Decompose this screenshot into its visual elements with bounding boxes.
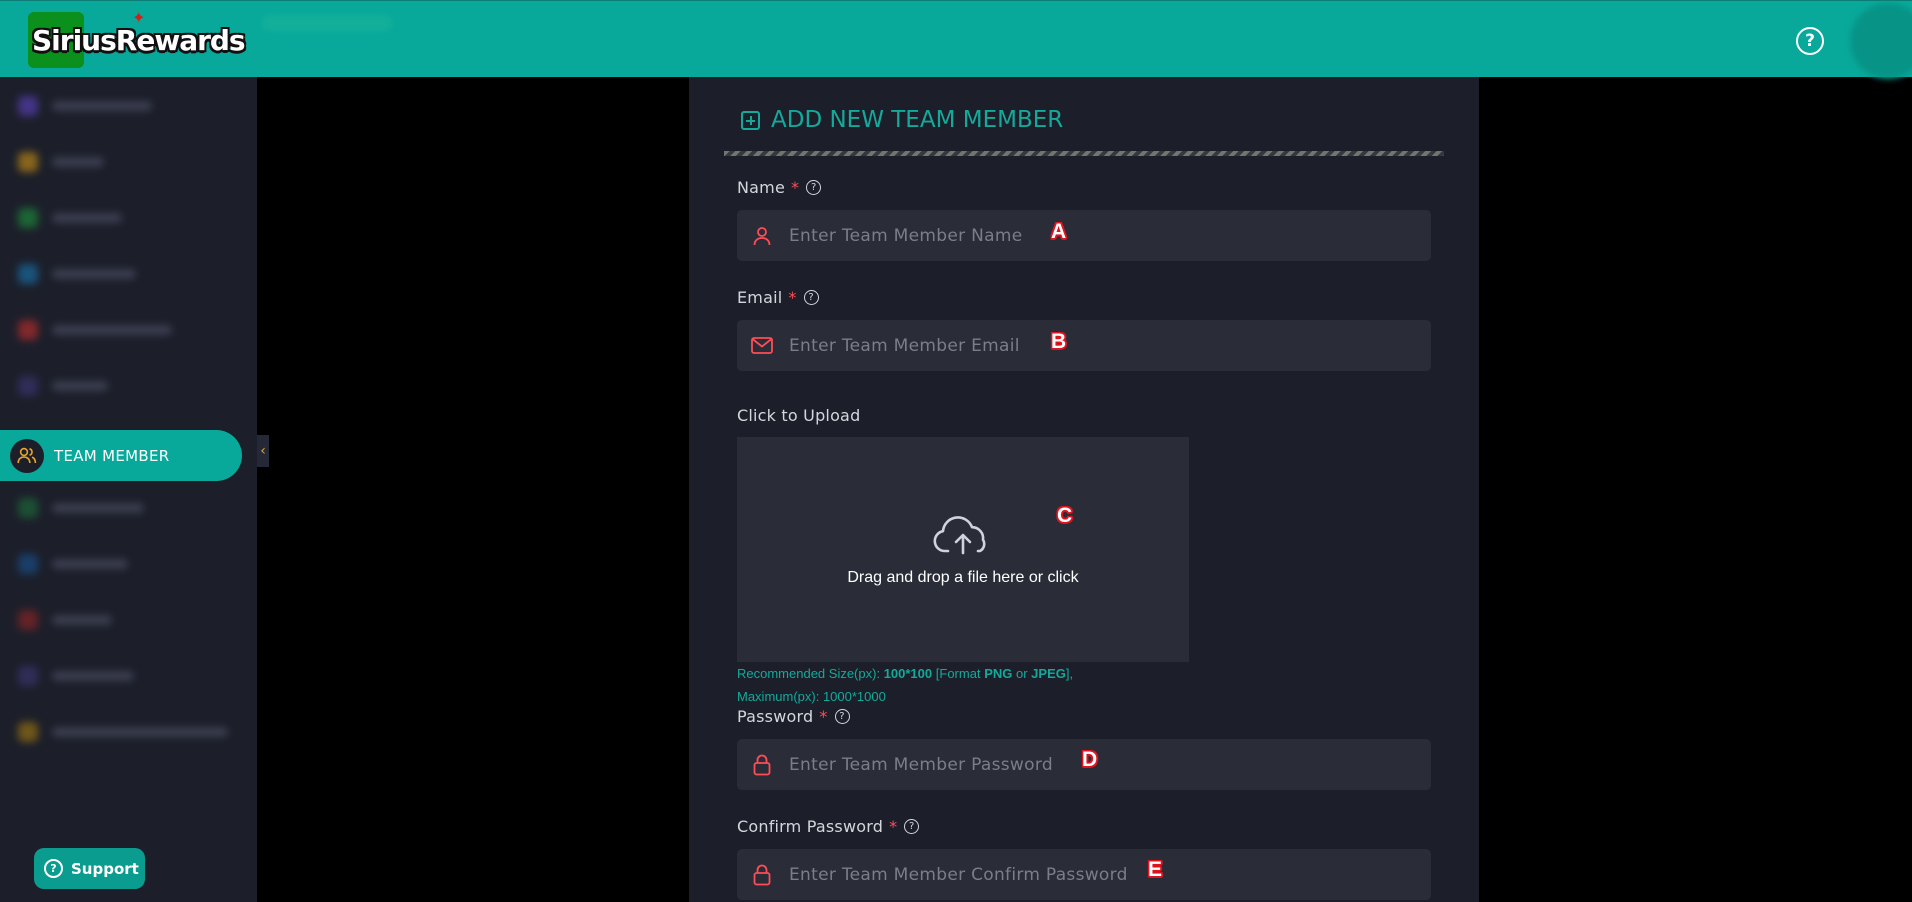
annotation-marker-e: E — [1148, 858, 1163, 881]
blurred-breadcrumb — [262, 15, 392, 31]
cloud-upload-icon — [933, 516, 986, 555]
hint-suffix: ], — [1065, 666, 1074, 681]
top-bar: SiriusRewards ✦ ? — [0, 0, 1912, 79]
sidebar-item-blurred[interactable] — [18, 263, 136, 285]
help-circle-icon[interactable]: ? — [1796, 27, 1824, 55]
page-title-text: ADD NEW TEAM MEMBER — [771, 107, 1064, 133]
hint-jpeg: JPEG — [1031, 666, 1066, 681]
help-circle-icon[interactable]: ? — [806, 180, 822, 195]
hint-or: or — [1015, 666, 1028, 681]
sidebar-item-blurred[interactable] — [18, 207, 122, 229]
help-circle-icon: ? — [44, 859, 63, 878]
email-input[interactable] — [789, 335, 1389, 356]
logo-star-icon: ✦ — [132, 8, 146, 27]
sidebar-item-blurred[interactable] — [18, 375, 108, 397]
sidebar-item-blurred[interactable] — [18, 497, 144, 519]
lock-icon — [751, 864, 773, 886]
upload-max-hint: Maximum(px): 1000*1000 — [737, 689, 886, 704]
sidebar-item-label: TEAM MEMBER — [54, 446, 170, 465]
sidebar-item-blurred[interactable] — [18, 609, 112, 631]
confirm-password-field[interactable] — [737, 849, 1431, 900]
plus-square-icon — [741, 110, 760, 130]
sidebar-item-blurred[interactable] — [18, 95, 152, 117]
hint-size: 100*100 — [883, 666, 933, 681]
required-asterisk: * — [819, 707, 828, 726]
required-asterisk: * — [791, 178, 800, 197]
page-title: ADD NEW TEAM MEMBER — [741, 105, 1063, 135]
annotation-marker-b: B — [1051, 330, 1067, 353]
confirm-password-label: Confirm Password * ? — [737, 817, 920, 836]
required-asterisk: * — [889, 817, 898, 836]
password-label: Password * ? — [737, 707, 850, 726]
email-label-text: Email — [737, 288, 783, 307]
sidebar-item-blurred[interactable] — [18, 151, 104, 173]
password-label-text: Password — [737, 707, 814, 726]
upload-label: Click to Upload — [737, 406, 861, 425]
confirm-password-input[interactable] — [789, 864, 1389, 885]
annotation-marker-a: A — [1051, 220, 1067, 243]
users-icon — [10, 438, 44, 473]
email-label: Email * ? — [737, 288, 819, 307]
support-label: Support — [71, 859, 139, 878]
hint-png: PNG — [984, 666, 1013, 681]
hint-format: [Format — [935, 666, 981, 681]
sidebar-item-blurred[interactable] — [18, 319, 172, 341]
sidebar-item-team-member[interactable]: TEAM MEMBER — [0, 430, 242, 481]
name-label-text: Name — [737, 178, 786, 197]
name-input[interactable] — [789, 225, 1389, 246]
name-label: Name * ? — [737, 178, 822, 197]
file-dropzone[interactable]: Drag and drop a file here or click — [737, 437, 1189, 662]
email-field[interactable] — [737, 320, 1431, 371]
annotation-marker-d: D — [1082, 748, 1098, 771]
sidebar-item-blurred[interactable] — [18, 553, 128, 575]
sidebar-item-blurred[interactable] — [18, 665, 134, 687]
mail-icon — [751, 335, 773, 357]
help-circle-icon[interactable]: ? — [834, 709, 850, 724]
sidebar-item-blurred[interactable] — [18, 721, 228, 743]
help-circle-icon[interactable]: ? — [803, 290, 819, 305]
annotation-marker-c: C — [1057, 504, 1073, 527]
add-team-member-panel: ADD NEW TEAM MEMBER Name * ? A Email * ?… — [689, 77, 1479, 902]
name-field[interactable] — [737, 210, 1431, 261]
upload-size-hint: Recommended Size(px): 100*100 [Format PN… — [737, 666, 1073, 681]
collapse-sidebar-button[interactable]: ‹ — [257, 435, 269, 467]
help-circle-icon[interactable]: ? — [904, 819, 920, 834]
required-asterisk: * — [788, 288, 797, 307]
dropzone-text: Drag and drop a file here or click — [847, 569, 1079, 586]
support-button[interactable]: ? Support — [34, 848, 145, 889]
sidebar: TEAM MEMBER ? Support — [0, 77, 257, 902]
user-avatar[interactable] — [1850, 3, 1912, 79]
confirm-password-label-text: Confirm Password — [737, 817, 884, 836]
sirius-rewards-logo[interactable]: SiriusRewards ✦ — [28, 8, 246, 68]
title-divider — [724, 151, 1444, 156]
lock-icon — [751, 754, 773, 776]
logo-text: SiriusRewards — [32, 23, 246, 57]
user-icon — [751, 225, 773, 247]
hint-prefix: Recommended Size(px): — [737, 666, 881, 681]
